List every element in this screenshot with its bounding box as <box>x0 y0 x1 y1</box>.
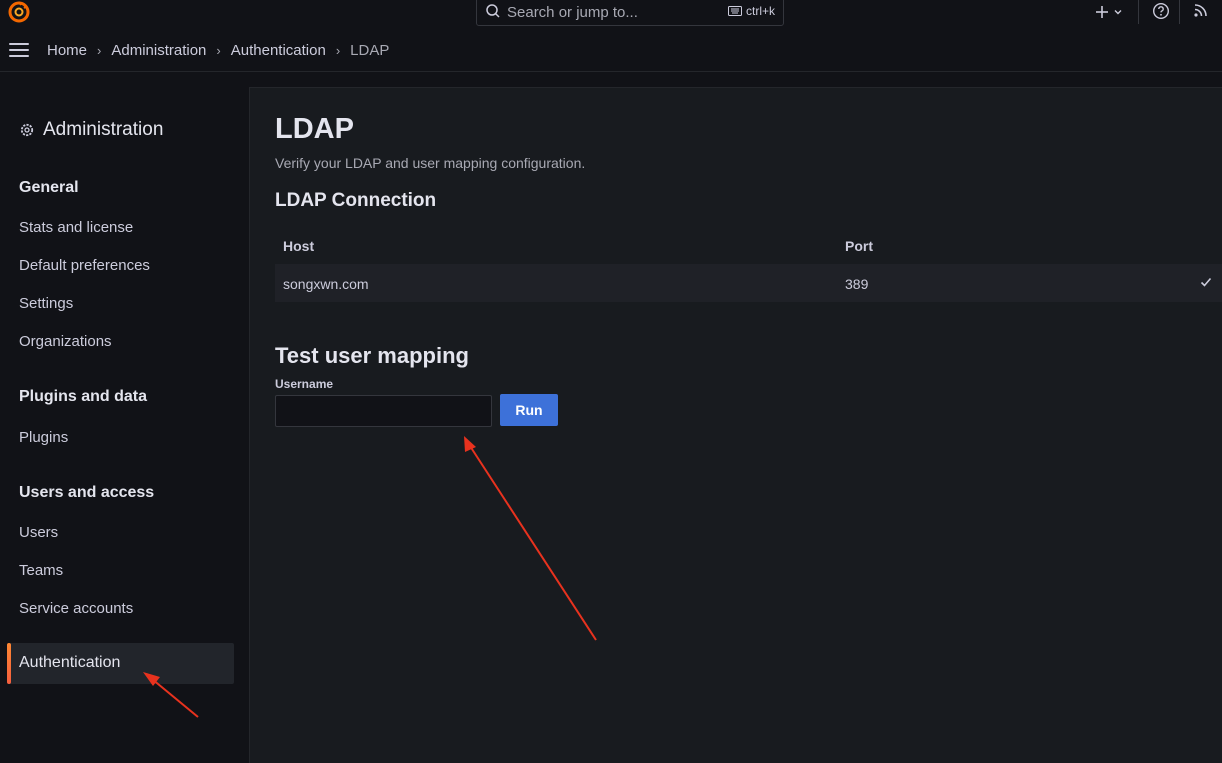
divider <box>1138 0 1139 24</box>
page-title: LDAP <box>275 113 354 145</box>
sidebar-title-text: Administration <box>43 119 164 140</box>
new-menu-button[interactable] <box>1094 2 1124 22</box>
sidebar-title: Administration <box>19 119 163 141</box>
breadcrumb-ldap: LDAP <box>350 42 390 59</box>
sidebar-item-organizations[interactable]: Organizations <box>19 333 112 350</box>
active-indicator <box>7 643 11 684</box>
admin-sidebar: Administration General Stats and license… <box>0 72 249 763</box>
search-shortcut-text: ctrl+k <box>745 4 775 18</box>
username-label: Username <box>275 377 334 391</box>
gear-icon <box>20 123 34 137</box>
sidebar-section-plugins: Plugins and data <box>19 388 148 405</box>
search-bar[interactable]: Search or jump to... ctrl+k <box>476 0 784 26</box>
ldap-connection-heading: LDAP Connection <box>275 190 437 211</box>
check-icon <box>1200 277 1212 287</box>
sidebar-item-plugins[interactable]: Plugins <box>19 429 68 446</box>
column-header-host: Host <box>283 238 315 254</box>
port-cell: 389 <box>845 276 869 292</box>
host-cell: songxwn.com <box>283 276 369 292</box>
sidebar-item-settings[interactable]: Settings <box>19 295 73 312</box>
sidebar-item-authentication[interactable]: Authentication <box>7 643 234 684</box>
test-user-mapping-heading: Test user mapping <box>275 343 469 368</box>
search-icon <box>486 4 500 18</box>
chevron-down-icon <box>1114 10 1122 15</box>
help-icon[interactable] <box>1152 2 1170 20</box>
search-placeholder: Search or jump to... <box>507 3 638 21</box>
chevron-right-icon: › <box>335 43 341 58</box>
divider <box>1179 0 1180 24</box>
breadcrumb-bar: Home › Administration › Authentication ›… <box>0 28 1222 72</box>
menu-toggle-icon[interactable] <box>9 43 29 57</box>
breadcrumb: Home › Administration › Authentication ›… <box>47 42 389 59</box>
sidebar-section-users: Users and access <box>19 484 155 501</box>
chevron-right-icon: › <box>97 43 102 58</box>
column-header-port: Port <box>845 238 873 254</box>
sidebar-item-teams[interactable]: Teams <box>19 562 63 579</box>
run-button[interactable]: Run <box>500 394 558 426</box>
grafana-logo-icon[interactable] <box>7 0 31 24</box>
search-shortcut: ctrl+k <box>727 4 775 18</box>
rss-icon[interactable] <box>1193 2 1209 18</box>
sidebar-item-label: Authentication <box>19 654 121 671</box>
table-row: songxwn.com 389 <box>275 264 1222 302</box>
sidebar-item-users[interactable]: Users <box>19 524 58 541</box>
page-subtitle: Verify your LDAP and user mapping config… <box>275 155 586 171</box>
main-content: LDAP Verify your LDAP and user mapping c… <box>249 87 1222 763</box>
sidebar-item-default-preferences[interactable]: Default preferences <box>19 257 150 274</box>
plus-icon <box>1096 6 1108 18</box>
chevron-right-icon: › <box>216 43 221 58</box>
sidebar-item-service-accounts[interactable]: Service accounts <box>19 600 133 617</box>
ldap-connection-table: Host Port songxwn.com 389 <box>275 226 1222 302</box>
breadcrumb-home[interactable]: Home <box>47 42 87 59</box>
username-input[interactable] <box>275 395 492 427</box>
keyboard-icon <box>727 6 742 16</box>
top-bar: Search or jump to... ctrl+k <box>0 0 1222 28</box>
sidebar-section-general: General <box>19 179 79 196</box>
table-header: Host Port <box>275 226 1222 264</box>
breadcrumb-administration[interactable]: Administration <box>111 42 206 59</box>
breadcrumb-authentication[interactable]: Authentication <box>231 42 326 59</box>
sidebar-item-stats[interactable]: Stats and license <box>19 219 133 236</box>
